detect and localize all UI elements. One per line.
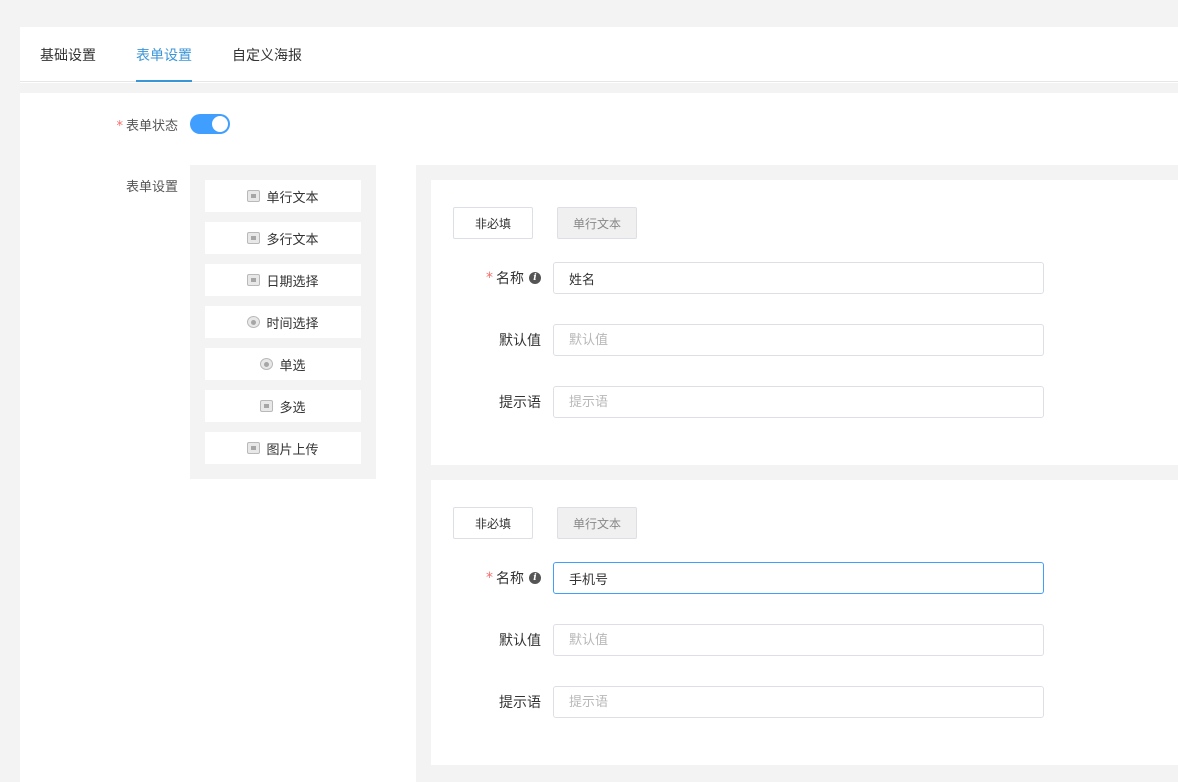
multiline-text-icon: [247, 232, 261, 244]
field-type-button[interactable]: 单行文本: [557, 507, 637, 539]
hint-input[interactable]: [553, 386, 1044, 418]
form-field-card[interactable]: 非必填 单行文本 *名称i 默认值 提示语: [431, 180, 1178, 465]
switch-knob: [212, 116, 228, 132]
required-mark: *: [486, 270, 493, 286]
required-mark: *: [486, 570, 493, 586]
palette-item-single-line-text[interactable]: 单行文本: [205, 180, 361, 212]
checkbox-icon: [260, 400, 274, 412]
form-status-label: * 表单状态: [116, 119, 178, 134]
radio-icon: [260, 358, 274, 370]
form-field-card[interactable]: 非必填 单行文本 *名称i 默认值 提示语: [431, 480, 1178, 765]
name-input[interactable]: [553, 562, 1044, 594]
required-mark: *: [116, 119, 123, 134]
field-palette: 单行文本 多行文本 日期选择 时间选择 单选 多选 图片上传: [190, 165, 376, 479]
default-value-label: 默认值: [499, 633, 541, 649]
palette-item-time-picker[interactable]: 时间选择: [205, 306, 361, 338]
main-panel: 基础设置 表单设置 自定义海报 * 表单状态 表单设置 单行文本 多行文本 日期选…: [20, 27, 1178, 782]
default-value-input[interactable]: [553, 324, 1044, 356]
palette-item-multiple-choice[interactable]: 多选: [205, 390, 361, 422]
palette-item-date-picker[interactable]: 日期选择: [205, 264, 361, 296]
tab-basic-settings[interactable]: 基础设置: [40, 45, 96, 82]
palette-item-image-upload[interactable]: 图片上传: [205, 432, 361, 464]
palette-item-multiline-text[interactable]: 多行文本: [205, 222, 361, 254]
name-label: * 名称 i: [431, 262, 541, 294]
info-icon[interactable]: i: [529, 572, 541, 584]
calendar-icon: [247, 274, 261, 286]
tab-form-settings[interactable]: 表单设置: [136, 45, 192, 82]
name-input[interactable]: [553, 262, 1044, 294]
default-value-input[interactable]: [553, 624, 1044, 656]
hint-label: 提示语: [499, 395, 541, 411]
palette-item-single-choice[interactable]: 单选: [205, 348, 361, 380]
name-label: * 名称 i: [431, 562, 541, 594]
image-icon: [247, 442, 261, 454]
tab-bar: 基础设置 表单设置 自定义海报: [20, 27, 1178, 82]
required-toggle-button[interactable]: 非必填: [453, 207, 533, 239]
default-value-label: 默认值: [499, 333, 541, 349]
form-canvas: 非必填 单行文本 *名称i 默认值 提示语 非必填 单行文本 *名称i 默认值 …: [416, 165, 1178, 782]
tab-custom-poster[interactable]: 自定义海报: [232, 45, 302, 82]
hint-input[interactable]: [553, 686, 1044, 718]
divider-band: [20, 83, 1178, 93]
text-icon: [247, 190, 261, 202]
clock-icon: [247, 316, 261, 328]
required-toggle-button[interactable]: 非必填: [453, 507, 533, 539]
form-status-switch[interactable]: [190, 114, 230, 134]
form-settings-label: 表单设置: [125, 180, 178, 195]
field-type-button[interactable]: 单行文本: [557, 207, 637, 239]
info-icon[interactable]: i: [529, 272, 541, 284]
hint-label: 提示语: [499, 695, 541, 711]
